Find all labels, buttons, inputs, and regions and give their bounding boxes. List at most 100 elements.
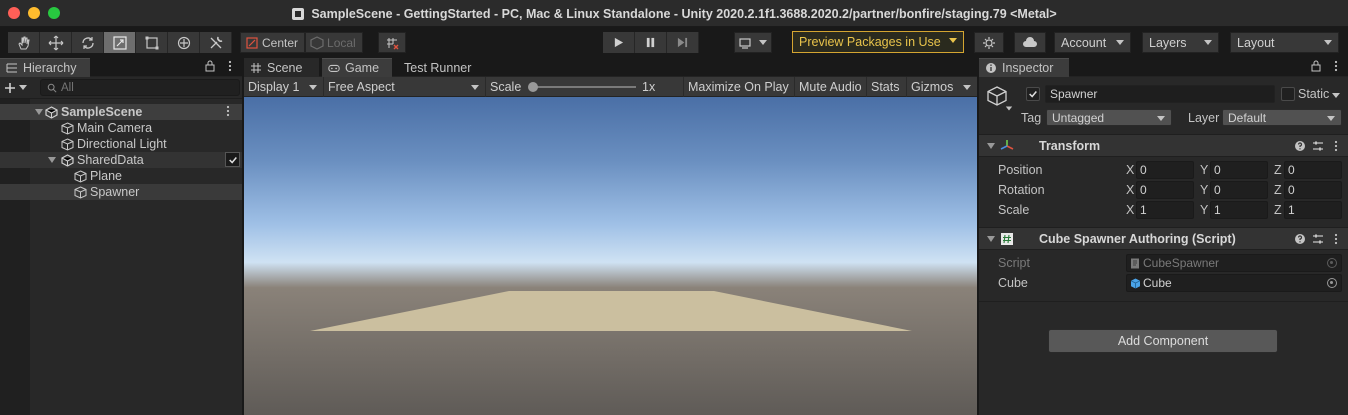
preview-packages-button[interactable]: Preview Packages in Use [792,31,964,53]
cube-prefab-field[interactable]: Cube [1126,274,1342,292]
chevron-down-icon[interactable] [1332,93,1340,98]
aspect-dropdown[interactable]: Free Aspect [324,77,486,97]
position-x-field[interactable]: 0 [1136,161,1194,179]
layers-dropdown[interactable]: Layers [1142,32,1219,53]
rotation-y-field[interactable]: 0 [1210,181,1268,199]
z-axis-label[interactable]: Z [1274,183,1282,197]
y-axis-label[interactable]: Y [1200,163,1208,177]
scale-slider[interactable]: Scale 1x [486,77,684,97]
lock-icon[interactable] [1310,60,1322,72]
object-picker-icon[interactable] [1327,278,1337,288]
x-axis-label[interactable]: X [1126,183,1134,197]
tab-hierarchy[interactable]: Hierarchy [0,58,90,77]
gameobject-cube-icon [74,169,87,183]
scale-x-field[interactable]: 1 [1136,201,1194,219]
hierarchy-search[interactable] [40,79,240,96]
hierarchy-item-plane[interactable]: Plane [0,168,242,184]
hierarchy-item-main-camera[interactable]: Main Camera [0,120,242,136]
cloud-button[interactable] [1014,32,1046,53]
tab-inspector[interactable]: Inspector [979,58,1069,77]
rect-tool-button[interactable] [136,32,168,53]
scale-x-value: 1 [1140,203,1147,217]
presets-icon[interactable] [1312,233,1324,245]
help-icon[interactable] [1294,140,1306,152]
y-axis-label[interactable]: Y [1200,203,1208,217]
play-button[interactable] [603,32,635,53]
scale-z-field[interactable]: 1 [1284,201,1342,219]
hierarchy-scene-row[interactable]: SampleScene [0,104,242,120]
object-name-field[interactable]: Spawner [1045,85,1275,103]
tab-game[interactable]: Game [322,58,392,77]
foldout-arrow-icon[interactable] [35,109,43,115]
hierarchy-search-input[interactable] [61,81,221,94]
more-options-icon[interactable] [1330,233,1342,245]
presets-icon[interactable] [1312,140,1324,152]
help-icon[interactable] [1294,233,1306,245]
move-tool-button[interactable] [40,32,72,53]
x-axis-label[interactable]: X [1126,203,1134,217]
y-axis-label[interactable]: Y [1200,183,1208,197]
step-button[interactable] [667,32,699,53]
script-asset-icon [1131,258,1139,268]
position-z-field[interactable]: 0 [1284,161,1342,179]
lock-icon[interactable] [204,60,216,72]
pivot-mode-button[interactable]: Center [240,32,306,53]
more-options-icon[interactable] [1330,60,1342,72]
foldout-arrow-icon[interactable] [987,143,995,149]
maximize-on-play-toggle[interactable]: Maximize On Play [684,77,795,97]
tab-scene[interactable]: Scene [244,58,319,77]
game-viewport[interactable] [244,97,977,415]
cube-label: Cube [998,276,1028,290]
scale-y-field[interactable]: 1 [1210,201,1268,219]
object-picker-icon [1327,258,1337,268]
more-options-icon[interactable] [224,60,236,72]
position-y-field[interactable]: 0 [1210,161,1268,179]
z-axis-label[interactable]: Z [1274,163,1282,177]
object-name-value: Spawner [1050,87,1098,101]
scale-slider-track[interactable] [530,86,636,88]
add-component-button[interactable]: Add Component [1048,329,1278,353]
z-axis-label[interactable]: Z [1274,203,1282,217]
more-options-icon[interactable] [222,105,234,117]
rotation-z-field[interactable]: 0 [1284,181,1342,199]
hand-tool-button[interactable] [8,32,40,53]
services-button[interactable] [974,32,1004,53]
foldout-arrow-icon[interactable] [987,236,995,242]
x-axis-label[interactable]: X [1126,163,1134,177]
static-checkbox[interactable] [1281,87,1295,101]
gameobject-cube-icon [61,137,74,151]
more-options-icon[interactable] [1330,140,1342,152]
transform-component-header[interactable]: Transform [979,134,1348,157]
tab-test-runner[interactable]: Test Runner [398,58,488,77]
gizmos-dropdown[interactable]: Gizmos [907,77,977,97]
collab-dropdown[interactable] [734,32,772,53]
transform-tool-button[interactable] [168,32,200,53]
foldout-arrow-icon[interactable] [48,157,56,163]
gameobject-cube-icon[interactable] [986,85,1008,107]
chevron-down-icon[interactable] [1005,106,1013,111]
stats-toggle[interactable]: Stats [867,77,907,97]
create-object-button[interactable] [4,79,34,96]
hierarchy-item-directional-light[interactable]: Directional Light [0,136,242,152]
scale-slider-handle[interactable] [528,82,538,92]
hierarchy-item-spawner[interactable]: Spawner [0,184,242,200]
cloud-icon [1023,36,1037,47]
pivot-space-button[interactable]: Local [305,32,363,53]
custom-tool-button[interactable] [200,32,232,53]
display-dropdown[interactable]: Display 1 [244,77,324,97]
active-checkbox[interactable] [1026,87,1040,101]
mute-audio-toggle[interactable]: Mute Audio [795,77,867,97]
subscene-edit-checkbox[interactable] [225,152,240,167]
rotate-tool-button[interactable] [72,32,104,53]
gameobject-cube-icon [61,121,74,135]
scale-tool-button[interactable] [104,32,136,53]
pause-button[interactable] [635,32,667,53]
layer-dropdown[interactable]: Default [1222,109,1342,126]
script-component-header[interactable]: Cube Spawner Authoring (Script) [979,227,1348,250]
account-dropdown[interactable]: Account [1054,32,1131,53]
hierarchy-item-shareddata[interactable]: SharedData [0,152,242,168]
tag-dropdown[interactable]: Untagged [1046,109,1172,126]
grid-snap-button[interactable] [378,32,406,53]
layout-dropdown[interactable]: Layout [1230,32,1339,53]
rotation-x-field[interactable]: 0 [1136,181,1194,199]
